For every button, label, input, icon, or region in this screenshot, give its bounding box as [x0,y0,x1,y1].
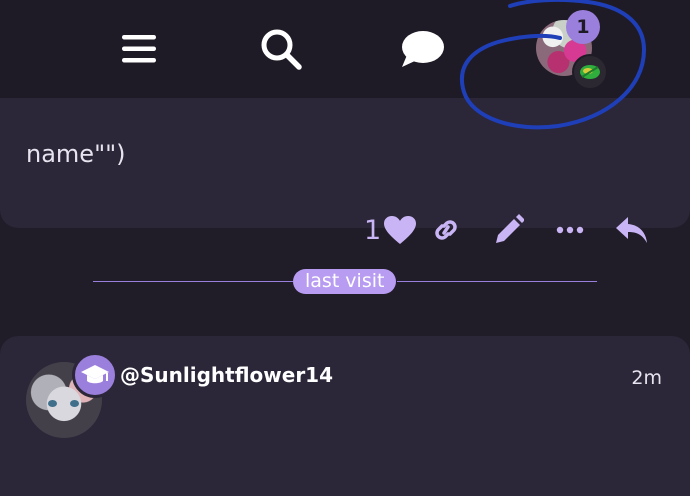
post-snippet-text: name"") [26,140,126,168]
copy-link-button[interactable] [430,208,462,252]
green-leaf-icon [580,65,600,79]
post-actions: 1 [360,208,660,252]
heart-icon [384,216,417,244]
hamburger-menu-icon [122,35,156,63]
graduation-cap-icon [81,365,109,384]
post-username[interactable]: @Sunlightflower14 [120,363,333,387]
like-button[interactable]: 1 [364,208,417,252]
pencil-icon [496,214,524,243]
search-icon [261,29,302,70]
last-visit-label: last visit [293,269,397,294]
post-timestamp[interactable]: 2m [631,367,662,389]
more-icon [556,226,584,234]
post-card: @Sunlightflower14 2m [0,336,690,496]
chat-bubble-icon [402,31,444,67]
divider-line-left [93,281,293,282]
top-header: 1 [0,0,690,98]
divider-line-right [397,281,597,282]
chat-button[interactable] [396,26,448,72]
avatar-eye-left [48,400,57,407]
reply-button[interactable] [614,208,650,252]
menu-button[interactable] [116,28,162,70]
secondary-avatar [572,54,608,90]
more-options-button[interactable] [556,208,584,252]
link-icon [435,220,457,240]
user-menu-button[interactable]: 1 [532,10,612,90]
avatar-eye-right [70,400,79,407]
reply-icon [616,217,647,243]
like-count: 1 [364,214,382,246]
author-flair-badge [72,352,118,398]
edit-button[interactable] [492,208,524,252]
search-button[interactable] [256,24,306,74]
notification-badge: 1 [566,10,600,44]
